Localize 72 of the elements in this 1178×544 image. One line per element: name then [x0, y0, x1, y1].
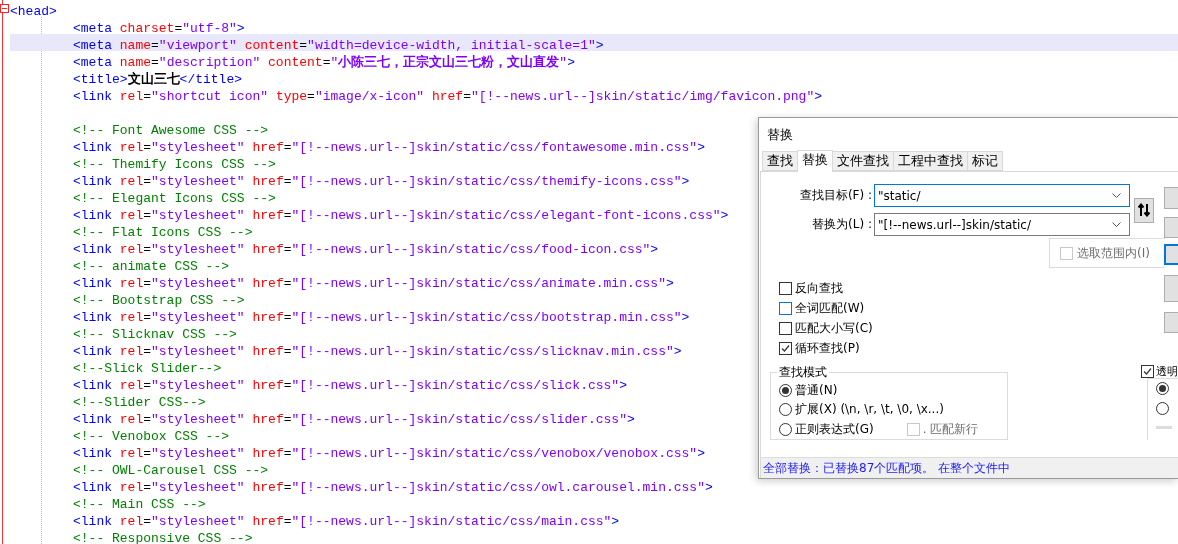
code-line: <!-- Venobox CSS --> — [73, 428, 230, 445]
checkbox-label: 透明 — [1156, 363, 1178, 379]
code-line: <link rel="stylesheet" href="[!--news.url--]skin/static/css/owl.carousel.min.css"> — [73, 479, 713, 496]
checkbox-label: 循环查找(P) — [795, 339, 860, 357]
code-line: <link rel="stylesheet" href="[!--news.url--]skin/static/css/slick.css"> — [73, 377, 627, 394]
radio-button[interactable] — [1156, 382, 1169, 395]
checkbox[interactable] — [779, 321, 792, 335]
dialog-title: 替换 — [766, 126, 793, 144]
checkmark-icon — [781, 343, 790, 353]
radio-button[interactable] — [779, 422, 792, 436]
code-line: <!-- Bootstrap CSS --> — [73, 292, 245, 309]
radio-button[interactable] — [1156, 402, 1169, 415]
chevron-down-icon — [1112, 221, 1121, 228]
code-line: <link rel="stylesheet" href="[!--news.url--]skin/static/css/themify-icons.css"> — [73, 173, 690, 190]
code-line: <!-- Font Awesome CSS --> — [73, 122, 269, 139]
dialog-tab[interactable]: 标记 — [967, 151, 1003, 171]
code-line: <link rel="stylesheet" href="[!--news.url--]skin/static/css/bootstrap.min.css"> — [73, 309, 690, 326]
group-title: 查找模式 — [778, 364, 828, 381]
radio-label: 正则表达式(G) — [795, 420, 874, 438]
checkmark-icon — [1143, 366, 1152, 376]
code-line: <link rel="stylesheet" href="[!--news.url--]skin/static/css/elegant-font-icons.css"> — [73, 207, 729, 224]
find-label: 查找目标(F) : — [798, 187, 873, 204]
replace-label: 替换为(L) : — [811, 216, 873, 233]
code-line: <link rel="shortcut icon" type="image/x-icon" href="[!--news.url--]skin/static/img/favicon.png"> — [73, 88, 823, 105]
code-line: <link rel="stylesheet" href="[!--news.url--]skin/static/css/slicknav.min.css"> — [73, 343, 682, 360]
code-line: <meta name="viewport" content="width=device-width, initial-scale=1"> — [73, 37, 604, 54]
radio-button[interactable] — [779, 384, 792, 398]
checkbox[interactable] — [1141, 364, 1154, 378]
code-line: <head> — [10, 3, 57, 20]
dialog-tab[interactable]: 替换 — [797, 150, 833, 172]
dialog-tab[interactable]: 查找 — [762, 151, 798, 171]
find-field[interactable]: "static/ — [874, 184, 1130, 207]
code-line: <link rel="stylesheet" href="[!--news.url--]skin/static/css/main.css"> — [73, 513, 620, 530]
code-line: <!--Slick Slider--> — [73, 360, 222, 377]
code-line: <!-- Main CSS --> — [73, 496, 206, 513]
collapse-icon[interactable] — [0, 4, 9, 13]
radio-button[interactable] — [779, 403, 792, 417]
checkbox[interactable] — [779, 301, 792, 315]
radio-label: 普通(N) — [795, 382, 838, 400]
replace-field[interactable]: "[!--news.url--]skin/static/ — [874, 213, 1130, 236]
code-line: <link rel="stylesheet" href="[!--news.url--]skin/static/css/venobox/venobox.css"> — [73, 445, 705, 462]
dialog-tab[interactable]: 文件查找 — [832, 151, 894, 171]
checkbox[interactable] — [779, 341, 792, 355]
checkbox-label: . 匹配新行 — [922, 420, 979, 438]
dialog-button[interactable] — [1164, 244, 1178, 265]
checkbox-label: 反向查找 — [795, 279, 843, 297]
checkbox-label: 选取范围内(I) — [1077, 244, 1150, 262]
code-line: <!--Slider CSS--> — [73, 394, 206, 411]
checkbox[interactable] — [779, 281, 792, 295]
code-line: <!-- Flat Icons CSS --> — [73, 224, 253, 241]
swap-button[interactable] — [1134, 197, 1154, 223]
code-line: <meta charset="utf-8"> — [73, 20, 245, 37]
swap-arrows-icon — [1138, 203, 1150, 217]
code-line: <meta name="description" content="小陈三七，正宗文山三七粉，文山直发"> — [73, 53, 575, 70]
code-line: <link rel="stylesheet" href="[!--news.url--]skin/static/css/food-icon.css"> — [73, 241, 659, 258]
status-message: 全部替换：已替换87个匹配项。 在整个文件中 — [761, 457, 1178, 478]
checkbox-label: 匹配大小写(C) — [795, 319, 873, 337]
checkbox-label: 全词匹配(W) — [795, 299, 865, 317]
code-line: <!-- animate CSS --> — [73, 258, 230, 275]
dialog-tab[interactable]: 工程中查找 — [893, 151, 968, 171]
radio-label: 扩展(X) (\n, \r, \t, \0, \x...) — [795, 401, 944, 419]
slider-track[interactable] — [1156, 426, 1172, 429]
code-line: <!-- Responsive CSS --> — [73, 530, 253, 544]
code-line: <link rel="stylesheet" href="[!--news.url--]skin/static/css/animate.min.css"> — [73, 275, 674, 292]
code-line: <title>文山三七</title> — [73, 70, 243, 87]
code-line: <!-- Themify Icons CSS --> — [73, 156, 276, 173]
code-line: <!-- OWL-Carousel CSS --> — [73, 462, 269, 479]
code-line: <link rel="stylesheet" href="[!--news.url--]skin/static/css/slider.css"> — [73, 411, 635, 428]
code-line: <!-- Slicknav CSS --> — [73, 326, 237, 343]
code-line: <!-- Elegant Icons CSS --> — [73, 190, 276, 207]
code-line: <link rel="stylesheet" href="[!--news.url--]skin/static/css/fontawesome.min.css"> — [73, 139, 705, 156]
chevron-down-icon — [1112, 192, 1121, 199]
